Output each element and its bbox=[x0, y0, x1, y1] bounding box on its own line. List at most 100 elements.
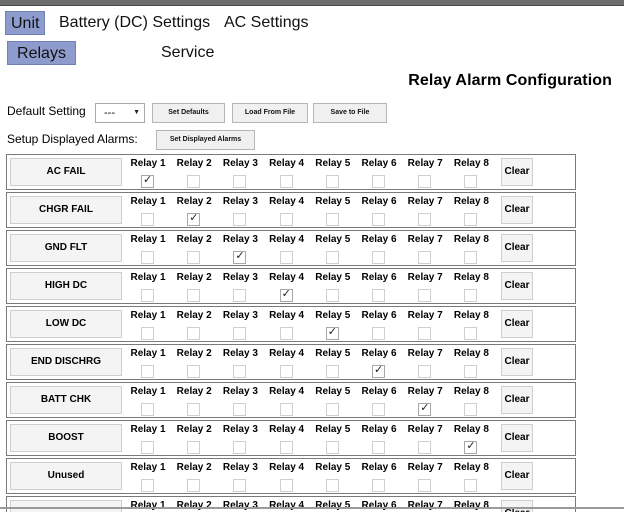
clear-button[interactable]: Clear bbox=[501, 310, 533, 338]
tab-relays[interactable]: Relays bbox=[7, 41, 76, 65]
relay-checkbox[interactable] bbox=[372, 327, 385, 340]
alarm-list[interactable]: AC FAIL Relay 1 ✓ Relay 2 Relay 3 Relay 4 Rela… bbox=[6, 154, 576, 512]
relay-checkbox[interactable] bbox=[187, 327, 201, 340]
relay-checkbox[interactable] bbox=[233, 365, 247, 378]
relay-checkbox[interactable] bbox=[279, 251, 293, 264]
relay-checkbox[interactable] bbox=[325, 289, 339, 302]
alarm-name-button[interactable]: CHGR FAIL bbox=[10, 196, 122, 224]
clear-button[interactable]: Clear bbox=[501, 234, 533, 262]
relay-checkbox[interactable] bbox=[233, 289, 247, 302]
relay-checkbox[interactable] bbox=[464, 365, 478, 378]
relay-checkbox[interactable]: ✓ bbox=[418, 402, 432, 416]
relay-checkbox[interactable] bbox=[418, 213, 432, 226]
relay-checkbox[interactable] bbox=[187, 403, 201, 416]
set-defaults-button[interactable]: Set Defaults bbox=[152, 103, 225, 123]
relay-checkbox[interactable] bbox=[418, 479, 432, 492]
relay-checkbox[interactable] bbox=[464, 251, 478, 264]
relay-checkbox[interactable] bbox=[279, 213, 293, 226]
relay-checkbox[interactable] bbox=[418, 251, 432, 264]
relay-checkbox[interactable] bbox=[372, 289, 385, 302]
relay-checkbox[interactable] bbox=[233, 441, 247, 454]
relay-checkbox[interactable] bbox=[325, 403, 339, 416]
tab-ac-settings[interactable]: AC Settings bbox=[224, 11, 308, 35]
relay-checkbox[interactable] bbox=[187, 365, 201, 378]
relay-checkbox[interactable] bbox=[325, 441, 339, 454]
relay-checkbox[interactable] bbox=[141, 251, 154, 264]
alarm-name-button[interactable]: HIGH DC bbox=[10, 272, 122, 300]
alarm-name-button[interactable]: BATT CHK bbox=[10, 386, 122, 414]
relay-checkbox[interactable] bbox=[418, 327, 432, 340]
alarm-name-button[interactable]: END DISCHRG bbox=[10, 348, 122, 376]
relay-checkbox[interactable] bbox=[418, 289, 432, 302]
alarm-name-button[interactable]: LOW DC bbox=[10, 310, 122, 338]
relay-checkbox[interactable] bbox=[372, 479, 385, 492]
relay-checkbox[interactable]: ✓ bbox=[279, 288, 293, 302]
relay-checkbox[interactable] bbox=[464, 403, 478, 416]
clear-button[interactable]: Clear bbox=[501, 462, 533, 490]
relay-checkbox[interactable] bbox=[233, 327, 247, 340]
relay-checkbox[interactable]: ✓ bbox=[372, 364, 385, 378]
tab-battery-dc-settings[interactable]: Battery (DC) Settings bbox=[59, 11, 210, 35]
relay-checkbox[interactable] bbox=[141, 479, 154, 492]
clear-button[interactable]: Clear bbox=[501, 500, 533, 512]
clear-button[interactable]: Clear bbox=[501, 348, 533, 376]
relay-checkbox[interactable] bbox=[418, 175, 432, 188]
relay-checkbox[interactable] bbox=[141, 441, 154, 454]
alarm-name-button[interactable]: GND FLT bbox=[10, 234, 122, 262]
clear-button[interactable]: Clear bbox=[501, 386, 533, 414]
relay-checkbox[interactable]: ✓ bbox=[325, 326, 339, 340]
relay-checkbox[interactable] bbox=[325, 213, 339, 226]
clear-button[interactable]: Clear bbox=[501, 272, 533, 300]
relay-checkbox[interactable] bbox=[464, 175, 478, 188]
relay-checkbox[interactable] bbox=[141, 327, 154, 340]
tab-unit[interactable]: Unit bbox=[5, 11, 46, 35]
relay-checkbox[interactable] bbox=[279, 327, 293, 340]
relay-checkbox[interactable] bbox=[233, 175, 247, 188]
clear-button[interactable]: Clear bbox=[501, 158, 533, 186]
relay-checkbox[interactable]: ✓ bbox=[141, 174, 154, 188]
relay-checkbox[interactable] bbox=[279, 365, 293, 378]
relay-checkbox[interactable] bbox=[187, 251, 201, 264]
alarm-name-button[interactable]: Unused bbox=[10, 462, 122, 490]
clear-button[interactable]: Clear bbox=[501, 424, 533, 452]
relay-checkbox[interactable] bbox=[372, 175, 385, 188]
relay-checkbox[interactable]: ✓ bbox=[187, 212, 201, 226]
relay-checkbox[interactable] bbox=[187, 441, 201, 454]
relay-checkbox[interactable] bbox=[279, 479, 293, 492]
relay-checkbox[interactable] bbox=[372, 251, 385, 264]
tab-service[interactable]: Service bbox=[161, 41, 214, 65]
relay-checkbox[interactable] bbox=[233, 403, 247, 416]
relay-checkbox[interactable] bbox=[325, 365, 339, 378]
relay-checkbox[interactable] bbox=[233, 213, 247, 226]
relay-checkbox[interactable] bbox=[233, 479, 247, 492]
relay-checkbox[interactable] bbox=[141, 213, 154, 226]
alarm-name-button[interactable]: BOOST bbox=[10, 424, 122, 452]
relay-checkbox[interactable]: ✓ bbox=[464, 440, 478, 454]
relay-checkbox[interactable] bbox=[279, 403, 293, 416]
load-from-file-button[interactable]: Load From File bbox=[232, 103, 308, 123]
relay-checkbox[interactable]: ✓ bbox=[233, 250, 247, 264]
default-setting-dropdown[interactable]: --- ▼ bbox=[95, 103, 145, 123]
relay-checkbox[interactable] bbox=[325, 251, 339, 264]
relay-checkbox[interactable] bbox=[464, 327, 478, 340]
relay-checkbox[interactable] bbox=[141, 403, 154, 416]
relay-checkbox[interactable] bbox=[187, 175, 201, 188]
relay-checkbox[interactable] bbox=[141, 289, 154, 302]
relay-checkbox[interactable] bbox=[187, 289, 201, 302]
relay-checkbox[interactable] bbox=[141, 365, 154, 378]
alarm-name-button[interactable] bbox=[10, 500, 122, 512]
clear-button[interactable]: Clear bbox=[501, 196, 533, 224]
relay-checkbox[interactable] bbox=[325, 479, 339, 492]
relay-checkbox[interactable] bbox=[279, 175, 293, 188]
relay-checkbox[interactable] bbox=[464, 479, 478, 492]
relay-checkbox[interactable] bbox=[372, 441, 385, 454]
relay-checkbox[interactable] bbox=[418, 441, 432, 454]
save-to-file-button[interactable]: Save to File bbox=[313, 103, 387, 123]
relay-checkbox[interactable] bbox=[279, 441, 293, 454]
relay-checkbox[interactable] bbox=[325, 175, 339, 188]
relay-checkbox[interactable] bbox=[464, 213, 478, 226]
relay-checkbox[interactable] bbox=[418, 365, 432, 378]
alarm-name-button[interactable]: AC FAIL bbox=[10, 158, 122, 186]
relay-checkbox[interactable] bbox=[187, 479, 201, 492]
relay-checkbox[interactable] bbox=[372, 213, 385, 226]
